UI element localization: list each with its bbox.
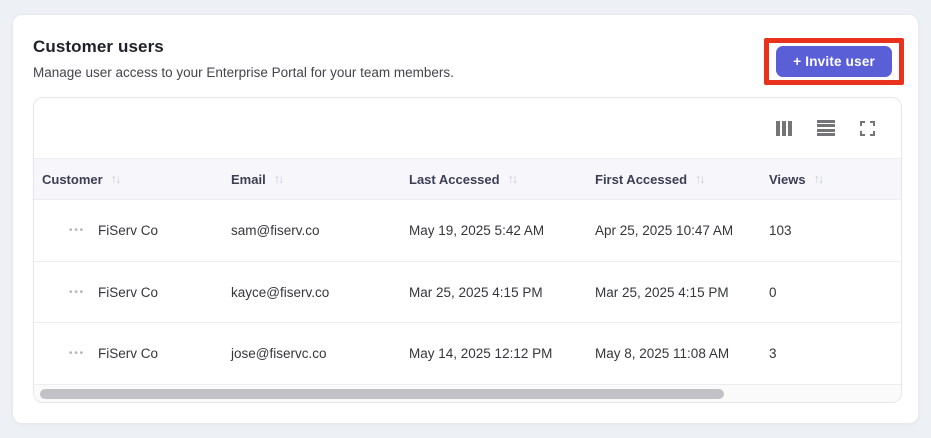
table-row[interactable]: ••• FiServ Co kayce@fiserv.co Mar 25, 20… xyxy=(34,261,901,324)
cell-email: sam@fiserv.co xyxy=(231,222,320,238)
column-header-views[interactable]: Views ↑↓ xyxy=(769,172,901,187)
sort-icon[interactable]: ↑↓ xyxy=(695,172,705,186)
fullscreen-icon[interactable] xyxy=(860,120,875,136)
page-title: Customer users xyxy=(33,37,164,56)
row-menu-icon[interactable]: ••• xyxy=(34,225,98,236)
column-header-last-accessed[interactable]: Last Accessed ↑↓ xyxy=(409,172,595,187)
cell-first-accessed: Mar 25, 2025 4:15 PM xyxy=(595,284,729,300)
sort-icon[interactable]: ↑↓ xyxy=(111,172,121,186)
cell-first-accessed: May 8, 2025 11:08 AM xyxy=(595,346,730,362)
horizontal-scrollbar-track[interactable] xyxy=(34,385,901,402)
cell-last-accessed: May 14, 2025 12:12 PM xyxy=(409,346,553,362)
cell-views: 0 xyxy=(769,284,777,300)
cell-customer: FiServ Co xyxy=(98,222,159,238)
column-header-customer[interactable]: Customer ↑↓ xyxy=(34,172,231,187)
sort-icon[interactable]: ↑↓ xyxy=(814,172,824,186)
row-menu-icon[interactable]: ••• xyxy=(34,348,98,359)
cell-customer: FiServ Co xyxy=(98,346,159,362)
table-row[interactable]: ••• FiServ Co jose@fiservc.co May 14, 20… xyxy=(34,323,901,386)
annotation-highlight-box: + Invite user xyxy=(764,38,904,85)
column-header-email[interactable]: Email ↑↓ xyxy=(231,172,409,187)
row-menu-icon[interactable]: ••• xyxy=(34,287,98,298)
cell-last-accessed: May 19, 2025 5:42 AM xyxy=(409,222,545,238)
panel-header: Customer users Manage user access to you… xyxy=(13,15,918,97)
cell-first-accessed: Apr 25, 2025 10:47 AM xyxy=(595,222,734,238)
cell-last-accessed: Mar 25, 2025 4:15 PM xyxy=(409,284,543,300)
horizontal-scrollbar-thumb[interactable] xyxy=(40,388,724,399)
users-table-card: Customer ↑↓ Email ↑↓ Last Accessed ↑↓ Fi… xyxy=(33,97,902,403)
cell-email: jose@fiservc.co xyxy=(231,346,327,362)
cell-views: 3 xyxy=(769,346,777,362)
column-header-first-accessed[interactable]: First Accessed ↑↓ xyxy=(595,172,769,187)
cell-customer: FiServ Co xyxy=(98,284,159,300)
invite-user-button[interactable]: + Invite user xyxy=(776,46,892,77)
columns-icon[interactable] xyxy=(775,120,792,136)
sort-icon[interactable]: ↑↓ xyxy=(274,172,284,186)
table-toolbar xyxy=(34,98,901,158)
customer-users-panel: Customer users Manage user access to you… xyxy=(12,14,919,424)
table-header-row: Customer ↑↓ Email ↑↓ Last Accessed ↑↓ Fi… xyxy=(34,158,901,200)
page-subtitle: Manage user access to your Enterprise Po… xyxy=(33,65,454,80)
table-row[interactable]: ••• FiServ Co sam@fiserv.co May 19, 2025… xyxy=(34,200,901,262)
panel-header-text: Customer users Manage user access to you… xyxy=(33,37,454,80)
row-density-icon[interactable] xyxy=(817,120,835,136)
cell-email: kayce@fiserv.co xyxy=(231,284,330,300)
sort-icon[interactable]: ↑↓ xyxy=(508,172,518,186)
cell-views: 103 xyxy=(769,222,792,238)
